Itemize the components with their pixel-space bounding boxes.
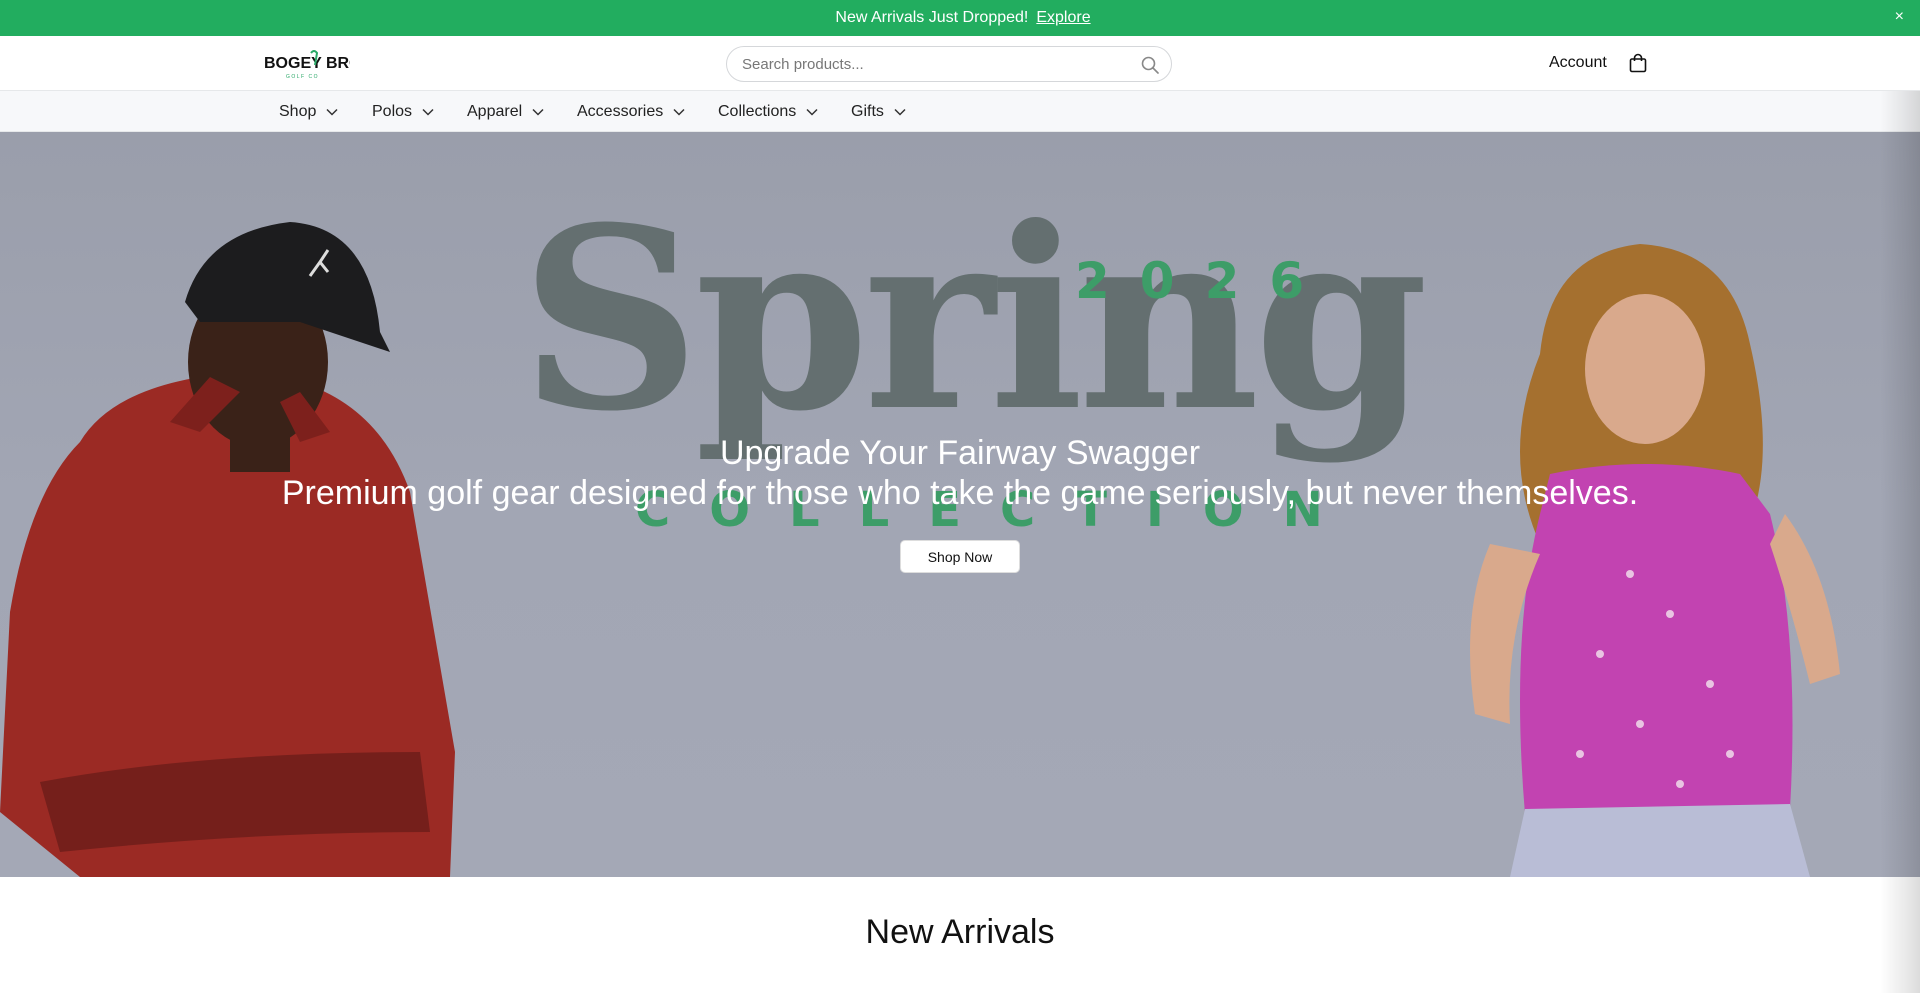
nav-item-shop[interactable]: Shop bbox=[279, 91, 338, 132]
nav-label: Apparel bbox=[467, 102, 523, 120]
nav-item-polos[interactable]: Polos bbox=[372, 91, 434, 132]
search-icon[interactable] bbox=[1141, 56, 1159, 74]
nav-label: Collections bbox=[718, 102, 797, 120]
account-link[interactable]: Account bbox=[1549, 54, 1607, 72]
new-arrivals-heading: New Arrivals bbox=[865, 913, 1055, 951]
female-model-image bbox=[1470, 244, 1840, 877]
search-input[interactable] bbox=[742, 55, 1122, 73]
logo-text: BOGEY BROS bbox=[264, 55, 350, 72]
nav-item-accessories[interactable]: Accessories bbox=[577, 91, 685, 132]
nav-label: Polos bbox=[372, 102, 413, 120]
search-box bbox=[726, 46, 1172, 82]
nav-item-gifts[interactable]: Gifts bbox=[851, 91, 906, 132]
nav-label: Gifts bbox=[851, 102, 884, 120]
hero-banner: Spring 2026 COLLECTION Upgrade Your Fair… bbox=[0, 132, 1920, 877]
shop-now-button[interactable]: Shop Now bbox=[900, 540, 1020, 573]
explore-link[interactable]: Explore bbox=[1036, 9, 1090, 27]
logo[interactable]: BOGEY BROS GOLF CO bbox=[264, 48, 350, 80]
year-graphic-text: 2026 bbox=[1075, 252, 1335, 310]
nav-item-apparel[interactable]: Apparel bbox=[467, 91, 544, 132]
male-model-image bbox=[0, 222, 455, 877]
main-nav: Shop Polos Apparel Accessories Collectio… bbox=[0, 91, 1920, 132]
chevron-down-icon bbox=[422, 108, 434, 116]
chevron-down-icon bbox=[894, 108, 906, 116]
nav-item-collections[interactable]: Collections bbox=[718, 91, 818, 132]
chevron-down-icon bbox=[806, 108, 818, 116]
page: New Arrivals Just Dropped! Explore × BOG… bbox=[0, 0, 1920, 993]
shopping-bag-icon[interactable] bbox=[1629, 53, 1647, 73]
nav-label: Shop bbox=[279, 102, 317, 120]
spring-graphic-text: Spring bbox=[520, 172, 1429, 466]
site-header: BOGEY BROS GOLF CO Account bbox=[0, 36, 1920, 91]
chevron-down-icon bbox=[326, 108, 338, 116]
chevron-down-icon bbox=[532, 108, 544, 116]
close-icon[interactable]: × bbox=[1895, 8, 1904, 26]
nav-label: Accessories bbox=[577, 102, 664, 120]
logo-subtext: GOLF CO bbox=[286, 74, 319, 80]
chevron-down-icon bbox=[673, 108, 685, 116]
announcement-text: New Arrivals Just Dropped! bbox=[835, 9, 1029, 26]
hero-title: Upgrade Your Fairway Swagger bbox=[719, 434, 1201, 472]
hero-subtitle: Premium golf gear designed for those who… bbox=[281, 474, 1639, 512]
announcement-bar: New Arrivals Just Dropped! Explore × bbox=[0, 0, 1920, 36]
